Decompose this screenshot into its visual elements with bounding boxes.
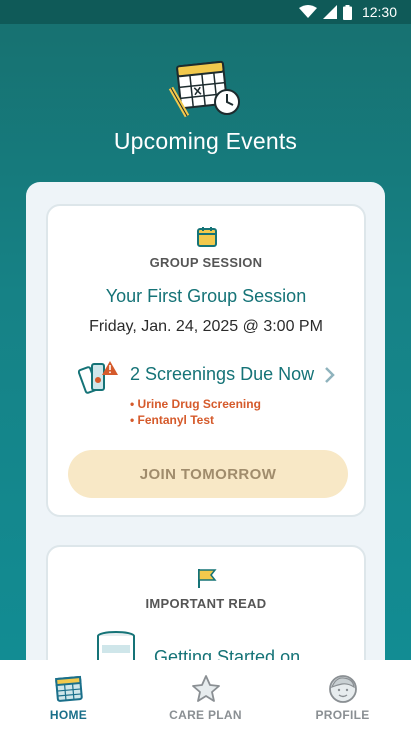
status-bar: 12:30 bbox=[0, 0, 411, 24]
join-tomorrow-button[interactable]: JOIN TOMORROW bbox=[68, 450, 348, 498]
wifi-icon bbox=[298, 5, 317, 18]
tab-care-plan[interactable]: CARE PLAN bbox=[137, 660, 274, 730]
signal-icon bbox=[322, 5, 337, 19]
tab-label: PROFILE bbox=[315, 708, 370, 722]
star-icon bbox=[191, 675, 220, 702]
face-icon bbox=[328, 675, 357, 703]
flag-icon bbox=[198, 569, 217, 588]
page-title: Upcoming Events bbox=[113, 128, 298, 154]
screenings-title[interactable]: 2 Screenings Due Now bbox=[130, 364, 314, 385]
chevron-right-icon[interactable] bbox=[324, 366, 336, 384]
status-time: 12:30 bbox=[361, 4, 397, 20]
battery-icon bbox=[342, 4, 352, 20]
tab-home[interactable]: HOME bbox=[0, 660, 137, 730]
tab-label: HOME bbox=[49, 708, 88, 722]
bottom-tab-bar: HOME CARE PLAN PROFILE bbox=[0, 660, 411, 730]
calendar-icon bbox=[54, 675, 83, 702]
screening-item: • Fentanyl Test bbox=[130, 413, 214, 427]
calendar-clock-icon bbox=[168, 60, 240, 118]
session-title[interactable]: Your First Group Session bbox=[48, 286, 364, 307]
group-session-card[interactable]: GROUP SESSION Your First Group Session F… bbox=[46, 204, 366, 517]
card-eyebrow: GROUP SESSION bbox=[149, 255, 263, 270]
session-date: Friday, Jan. 24, 2025 @ 3:00 PM bbox=[89, 318, 323, 335]
calendar-icon bbox=[197, 227, 217, 247]
card-eyebrow: IMPORTANT READ bbox=[145, 596, 267, 611]
screenings-due-link[interactable]: 2 Screenings Due Now • Urine Drug Screen… bbox=[78, 358, 340, 428]
test-kit-icon bbox=[78, 361, 118, 394]
tab-label: CARE PLAN bbox=[169, 708, 242, 722]
screening-item: • Urine Drug Screening bbox=[130, 397, 261, 411]
tab-profile[interactable]: PROFILE bbox=[274, 660, 411, 730]
